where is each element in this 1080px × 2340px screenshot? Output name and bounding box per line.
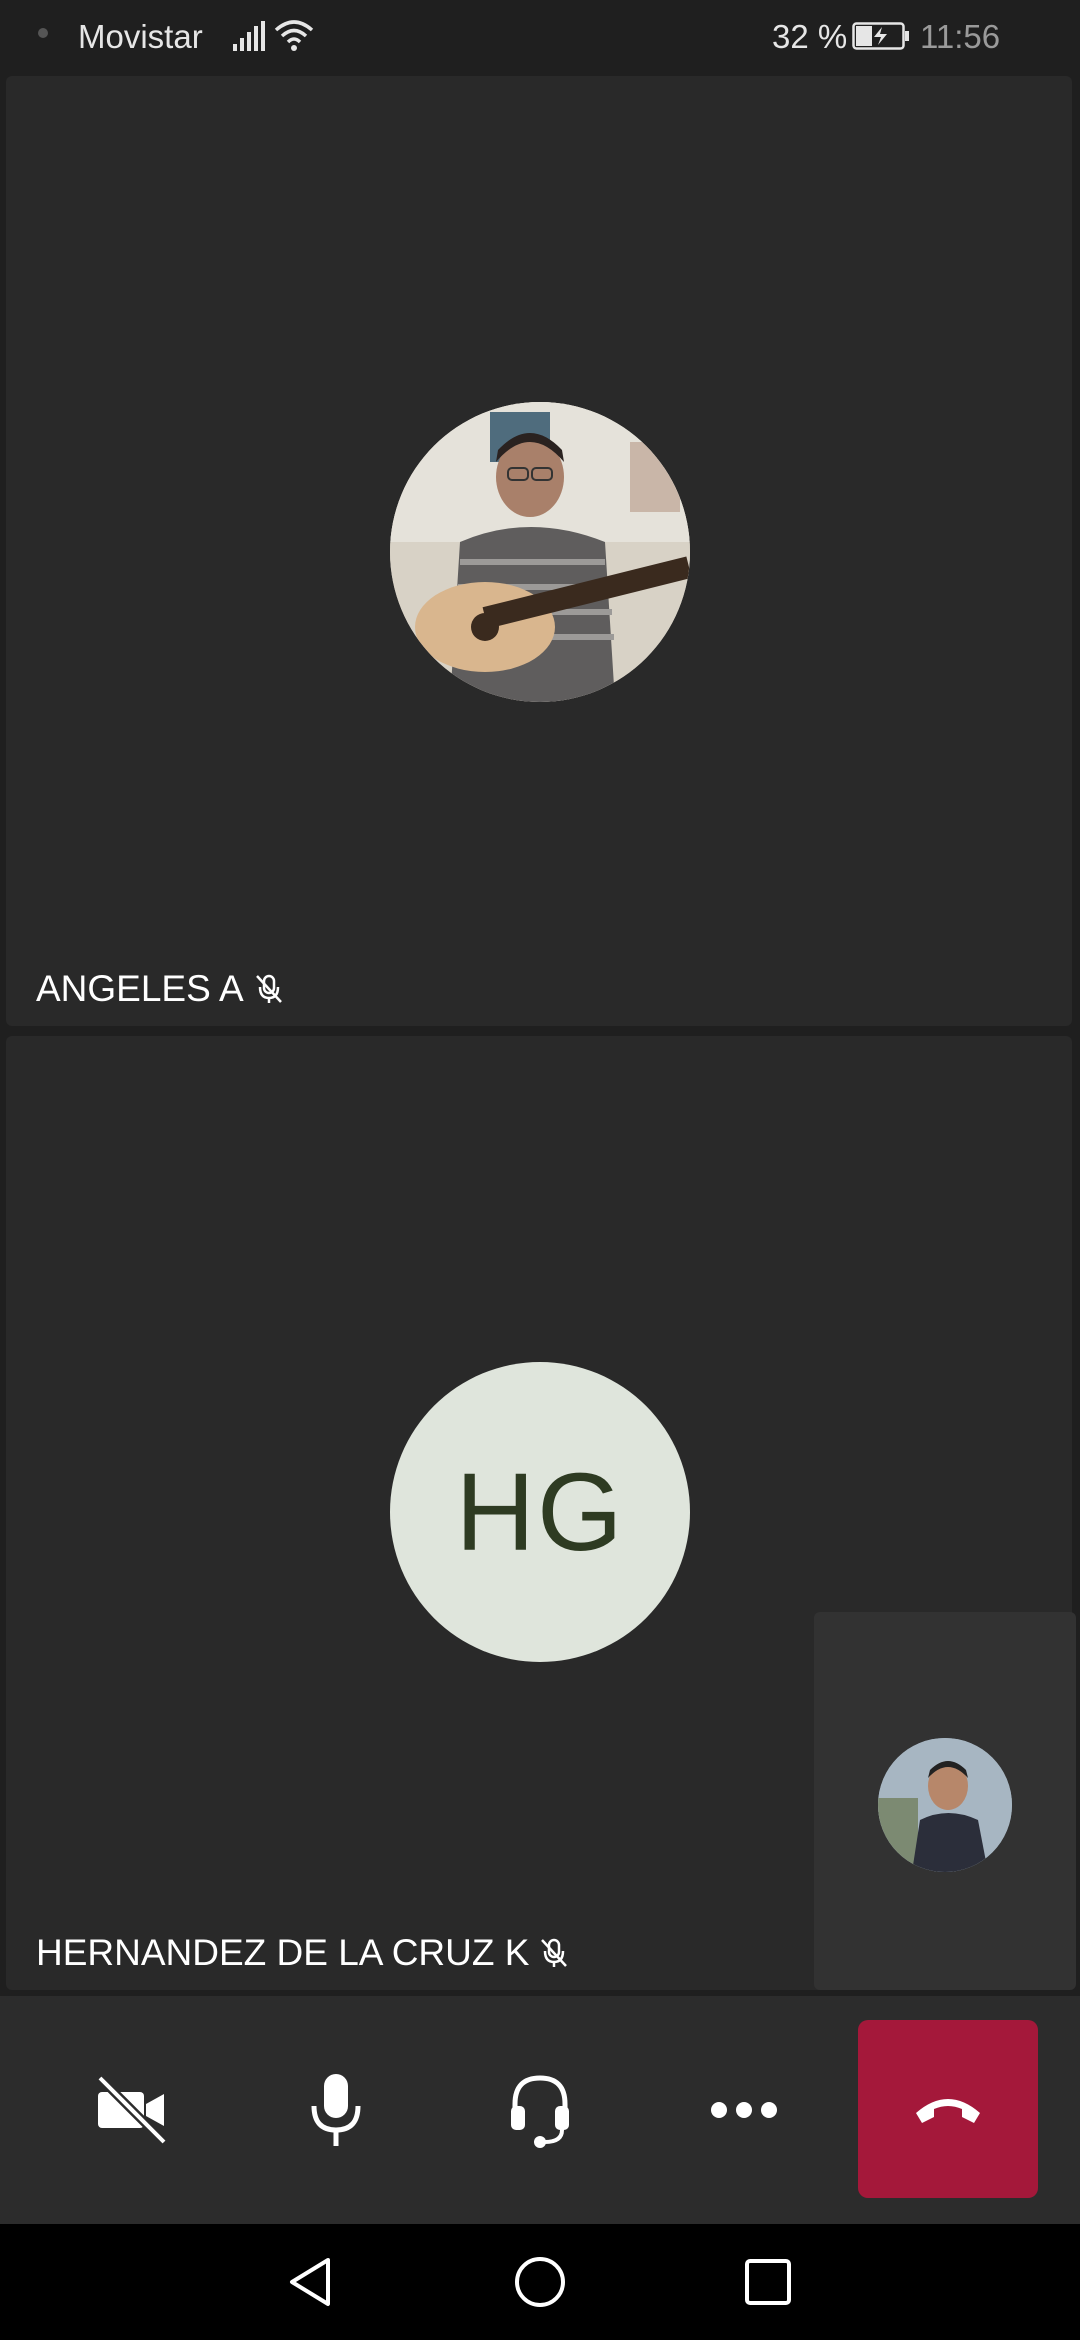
microphone-icon [311, 2074, 361, 2146]
wifi-icon [274, 20, 314, 51]
self-avatar-photo [878, 1738, 1012, 1872]
headset-icon [511, 2075, 569, 2148]
home-icon[interactable] [510, 2252, 570, 2312]
microphone-button[interactable] [246, 1996, 426, 2224]
self-preview-tile[interactable] [814, 1612, 1076, 1990]
back-icon[interactable] [280, 2252, 340, 2312]
video-off-icon [96, 2074, 168, 2146]
call-screen: Movistar 32 % 11:56 ANGELES A HG HERNAND… [0, 0, 1080, 2340]
notification-dot [38, 28, 48, 38]
clock: 11:56 [920, 18, 1001, 55]
system-navigation-bar [0, 2224, 1080, 2340]
participant-name: ANGELES A [36, 968, 244, 1009]
participant-name-label: HERNANDEZ DE LA CRUZ K [36, 1932, 571, 1974]
mic-off-icon [255, 974, 282, 1003]
more-icon [711, 2102, 777, 2118]
call-controls-bar [0, 1996, 1080, 2224]
audio-output-button[interactable] [450, 1996, 630, 2224]
participant-avatar-photo [390, 402, 690, 702]
more-options-button[interactable] [654, 1996, 834, 2224]
status-bar: Movistar 32 % 11:56 [0, 0, 1080, 72]
participant-name-label: ANGELES A [36, 968, 286, 1010]
self-photo-image [878, 1738, 1012, 1872]
signal-icon [233, 21, 265, 51]
video-toggle-button[interactable] [42, 1996, 222, 2224]
person-with-guitar-image [390, 402, 690, 702]
battery-charging-icon [852, 22, 909, 50]
participant-name: HERNANDEZ DE LA CRUZ K [36, 1932, 530, 1973]
participant-initials-avatar: HG [390, 1362, 690, 1662]
carrier-name: Movistar [78, 18, 203, 55]
hang-up-button[interactable] [858, 2020, 1038, 2198]
battery-percent: 32 % [772, 18, 848, 55]
recents-icon[interactable] [738, 2252, 798, 2312]
mic-off-icon [541, 1938, 568, 1967]
participant-tile-angeles[interactable]: ANGELES A [6, 76, 1072, 1026]
hang-up-icon [916, 2099, 980, 2123]
